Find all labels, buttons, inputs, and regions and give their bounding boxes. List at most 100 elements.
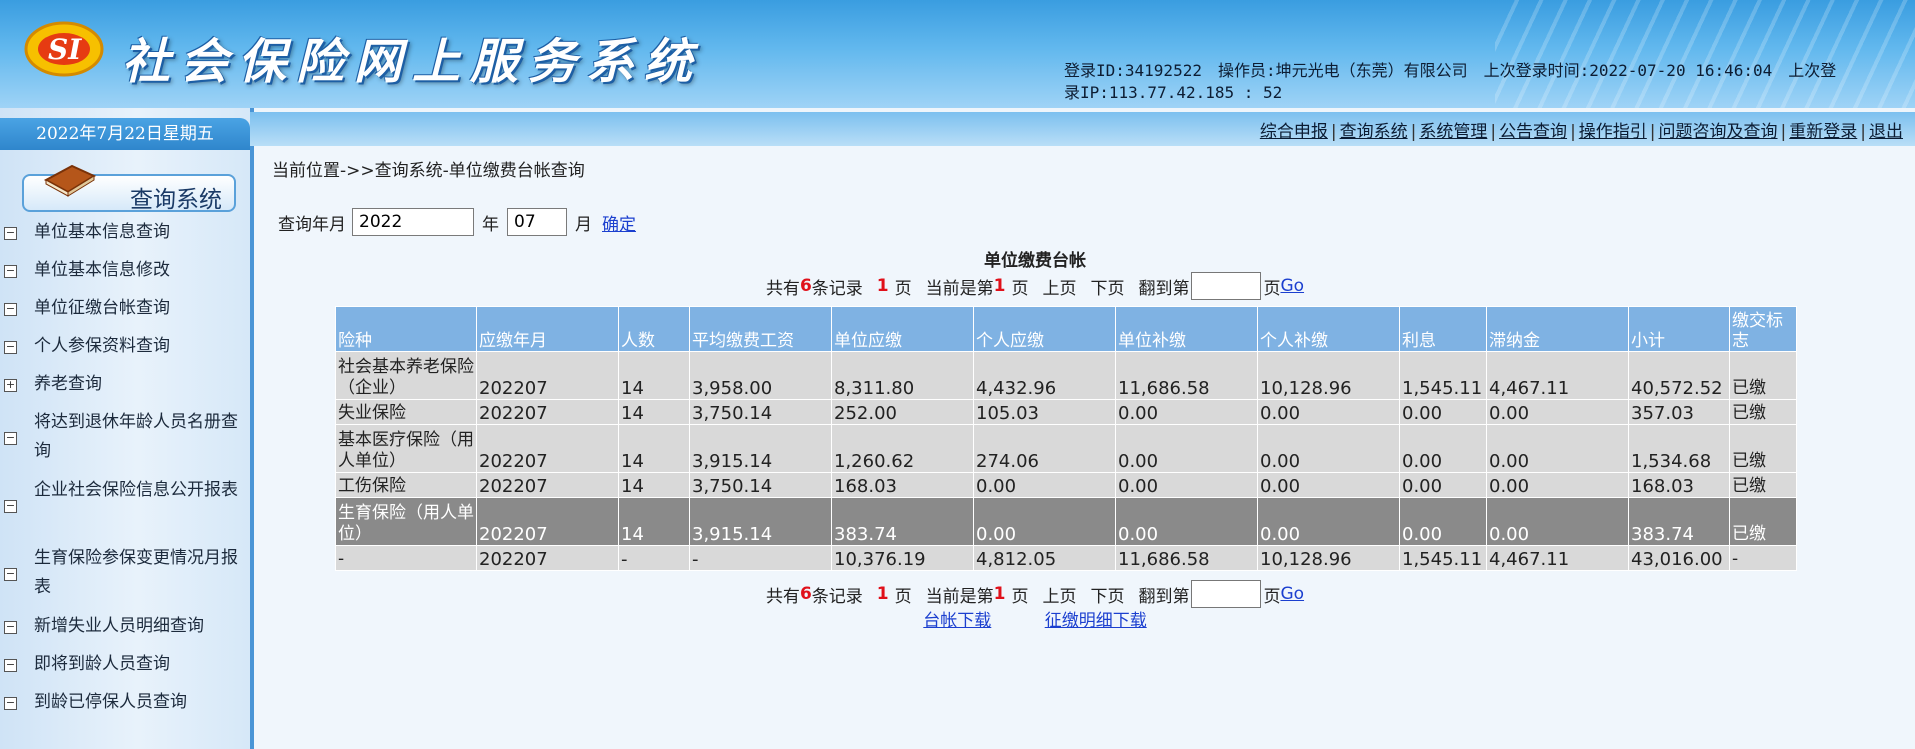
collapse-icon[interactable]: − xyxy=(4,659,17,672)
sidebar-item-new-unemployed-query[interactable]: − 新增失业人员明细查询 xyxy=(0,612,250,650)
cell-unit-supplement: 0.00 xyxy=(1115,424,1258,473)
pager-goto-input[interactable] xyxy=(1191,580,1262,608)
expand-icon[interactable]: + xyxy=(4,379,17,392)
nav-operation-guide[interactable]: 操作指引 xyxy=(1579,122,1647,142)
pager-current-page: 1 xyxy=(993,276,1006,296)
nav-comprehensive-declaration[interactable]: 综合申报 xyxy=(1260,122,1328,142)
sidebar-item-label: 到龄已停保人员查询 xyxy=(34,692,187,712)
table-row: 工伤保险 202207 14 3,750.14 168.03 0.00 0.00… xyxy=(335,472,1797,498)
cell-due-month: 202207 xyxy=(476,497,619,546)
pager-next[interactable]: 下页 xyxy=(1090,274,1124,299)
nav-system-management[interactable]: 系统管理 xyxy=(1419,122,1487,142)
cell-interest: 0.00 xyxy=(1399,399,1487,425)
collapse-icon[interactable]: − xyxy=(4,265,17,278)
cell-personal-supplement: 10,128.96 xyxy=(1257,545,1400,571)
table-row: 失业保险 202207 14 3,750.14 252.00 105.03 0.… xyxy=(335,399,1797,425)
cell-subtotal: 357.03 xyxy=(1628,399,1730,425)
download-links: 台帐下载 征缴明细下载 xyxy=(254,606,1816,631)
col-header-insurance-type: 险种 xyxy=(335,306,477,352)
sidebar-item-pension-query[interactable]: + 养老查询 xyxy=(0,370,250,408)
pager-goto-input[interactable] xyxy=(1191,272,1262,300)
query-year-month-label: 查询年月 xyxy=(278,214,346,235)
cell-due-month: 202207 xyxy=(476,424,619,473)
collapse-icon[interactable]: − xyxy=(4,303,17,316)
pager-total-suffix: 条记录 xyxy=(811,586,863,607)
sidebar-item-stopped-insurance-query[interactable]: − 到龄已停保人员查询 xyxy=(0,688,250,726)
nav-query-system[interactable]: 查询系统 xyxy=(1340,122,1408,142)
pager-go-link[interactable]: Go xyxy=(1280,584,1304,604)
sidebar-item-insurance-disclosure-report[interactable]: − 企业社会保险信息公开报表 xyxy=(0,476,250,544)
cell-avg-wage: - xyxy=(689,545,832,571)
pager-prev[interactable]: 上页 xyxy=(1042,582,1076,607)
pager-goto-prefix: 翻到第 xyxy=(1138,586,1190,607)
pager-goto-prefix: 翻到第 xyxy=(1138,278,1190,299)
ledger-table: 险种 应缴年月 人数 平均缴费工资 单位应缴 个人应缴 单位补缴 个人补缴 利息… xyxy=(335,306,1797,571)
collapse-icon[interactable]: − xyxy=(4,500,17,513)
cell-late-fee: 0.00 xyxy=(1486,424,1629,473)
collapse-icon[interactable]: − xyxy=(4,568,17,581)
cell-headcount: - xyxy=(618,545,690,571)
cell-payment-status: 已缴 xyxy=(1729,497,1797,546)
cell-personal-due: 105.03 xyxy=(973,399,1116,425)
sidebar-item-personal-insurance-query[interactable]: − 个人参保资料查询 xyxy=(0,332,250,370)
cell-insurance-type: 工伤保险 xyxy=(335,472,477,498)
cell-due-month: 202207 xyxy=(476,399,619,425)
pager-total-count: 6 xyxy=(799,276,812,296)
cell-payment-status: 已缴 xyxy=(1729,399,1797,425)
pager-next[interactable]: 下页 xyxy=(1090,582,1124,607)
sidebar-item-unit-info-query[interactable]: − 单位基本信息查询 xyxy=(0,218,250,256)
cell-unit-due: 8,311.80 xyxy=(831,351,974,400)
col-header-headcount: 人数 xyxy=(618,306,690,352)
collapse-icon[interactable]: − xyxy=(4,432,17,445)
cell-late-fee: 4,467.11 xyxy=(1486,351,1629,400)
cell-unit-supplement: 0.00 xyxy=(1115,399,1258,425)
sidebar-item-unit-info-edit[interactable]: − 单位基本信息修改 xyxy=(0,256,250,294)
cell-subtotal: 1,534.68 xyxy=(1628,424,1730,473)
sidebar-item-label: 新增失业人员明细查询 xyxy=(34,616,204,636)
sidebar-item-upcoming-age-query[interactable]: − 即将到龄人员查询 xyxy=(0,650,250,688)
cell-headcount: 14 xyxy=(618,399,690,425)
nav-separator: | xyxy=(1490,122,1497,142)
month-input[interactable] xyxy=(507,208,567,236)
sidebar-item-label: 生育保险参保变更情况月报表 xyxy=(34,548,238,597)
pager-goto-suffix: 页 xyxy=(1263,278,1281,299)
pager-page-count: 1 xyxy=(876,276,889,296)
cell-payment-status: - xyxy=(1729,545,1797,571)
login-id: 登录ID:34192522 xyxy=(1064,61,1202,80)
nav-separator: | xyxy=(1860,122,1866,142)
sidebar-item-retirement-roster-query[interactable]: − 将达到退休年龄人员名册查询 xyxy=(0,408,250,476)
breadcrumb: 当前位置->>查询系统-单位缴费台帐查询 xyxy=(272,161,585,181)
cell-headcount: 14 xyxy=(618,497,690,546)
nav-consultation-query[interactable]: 问题咨询及查询 xyxy=(1659,122,1778,142)
login-info: 登录ID:34192522 操作员:坤元光电（东莞）有限公司 上次登录时间:2022… xyxy=(1064,60,1914,104)
year-input[interactable] xyxy=(352,208,474,236)
cell-late-fee: 0.00 xyxy=(1486,399,1629,425)
cell-payment-status: 已缴 xyxy=(1729,424,1797,473)
cell-subtotal: 43,016.00 xyxy=(1628,545,1730,571)
collapse-icon[interactable]: − xyxy=(4,621,17,634)
pager-goto-suffix: 页 xyxy=(1263,586,1281,607)
collapse-icon[interactable]: − xyxy=(4,227,17,240)
collection-detail-download-link[interactable]: 征缴明细下载 xyxy=(1045,611,1147,631)
top-navigation: 综合申报 | 查询系统 | 系统管理 | 公告查询 | 操作指引 | 问题咨询及查询 | 重新登录 | 退出 xyxy=(250,112,1915,146)
cell-insurance-type: 基本医疗保险（用人单位） xyxy=(335,424,477,473)
module-title: 查询系统 xyxy=(130,187,222,213)
cell-unit-supplement: 0.00 xyxy=(1115,497,1258,546)
cell-late-fee: 0.00 xyxy=(1486,472,1629,498)
confirm-link[interactable]: 确定 xyxy=(602,210,636,235)
collapse-icon[interactable]: − xyxy=(4,697,17,710)
nav-relogin[interactable]: 重新登录 xyxy=(1789,122,1857,142)
cell-unit-supplement: 11,686.58 xyxy=(1115,545,1258,571)
pager-go-link[interactable]: Go xyxy=(1280,276,1304,296)
nav-separator: | xyxy=(1570,122,1576,142)
col-header-personal-due: 个人应缴 xyxy=(973,306,1116,352)
cell-avg-wage: 3,750.14 xyxy=(689,472,832,498)
collapse-icon[interactable]: − xyxy=(4,341,17,354)
sidebar-item-maternity-change-report[interactable]: − 生育保险参保变更情况月报表 xyxy=(0,544,250,612)
nav-announcement-query[interactable]: 公告查询 xyxy=(1499,122,1567,142)
nav-logout[interactable]: 退出 xyxy=(1869,122,1903,142)
pager-prev[interactable]: 上页 xyxy=(1042,274,1076,299)
ledger-download-link[interactable]: 台帐下载 xyxy=(923,611,991,631)
col-header-unit-supplement: 单位补缴 xyxy=(1115,306,1258,352)
sidebar-item-unit-ledger-query[interactable]: − 单位征缴台帐查询 xyxy=(0,294,250,332)
